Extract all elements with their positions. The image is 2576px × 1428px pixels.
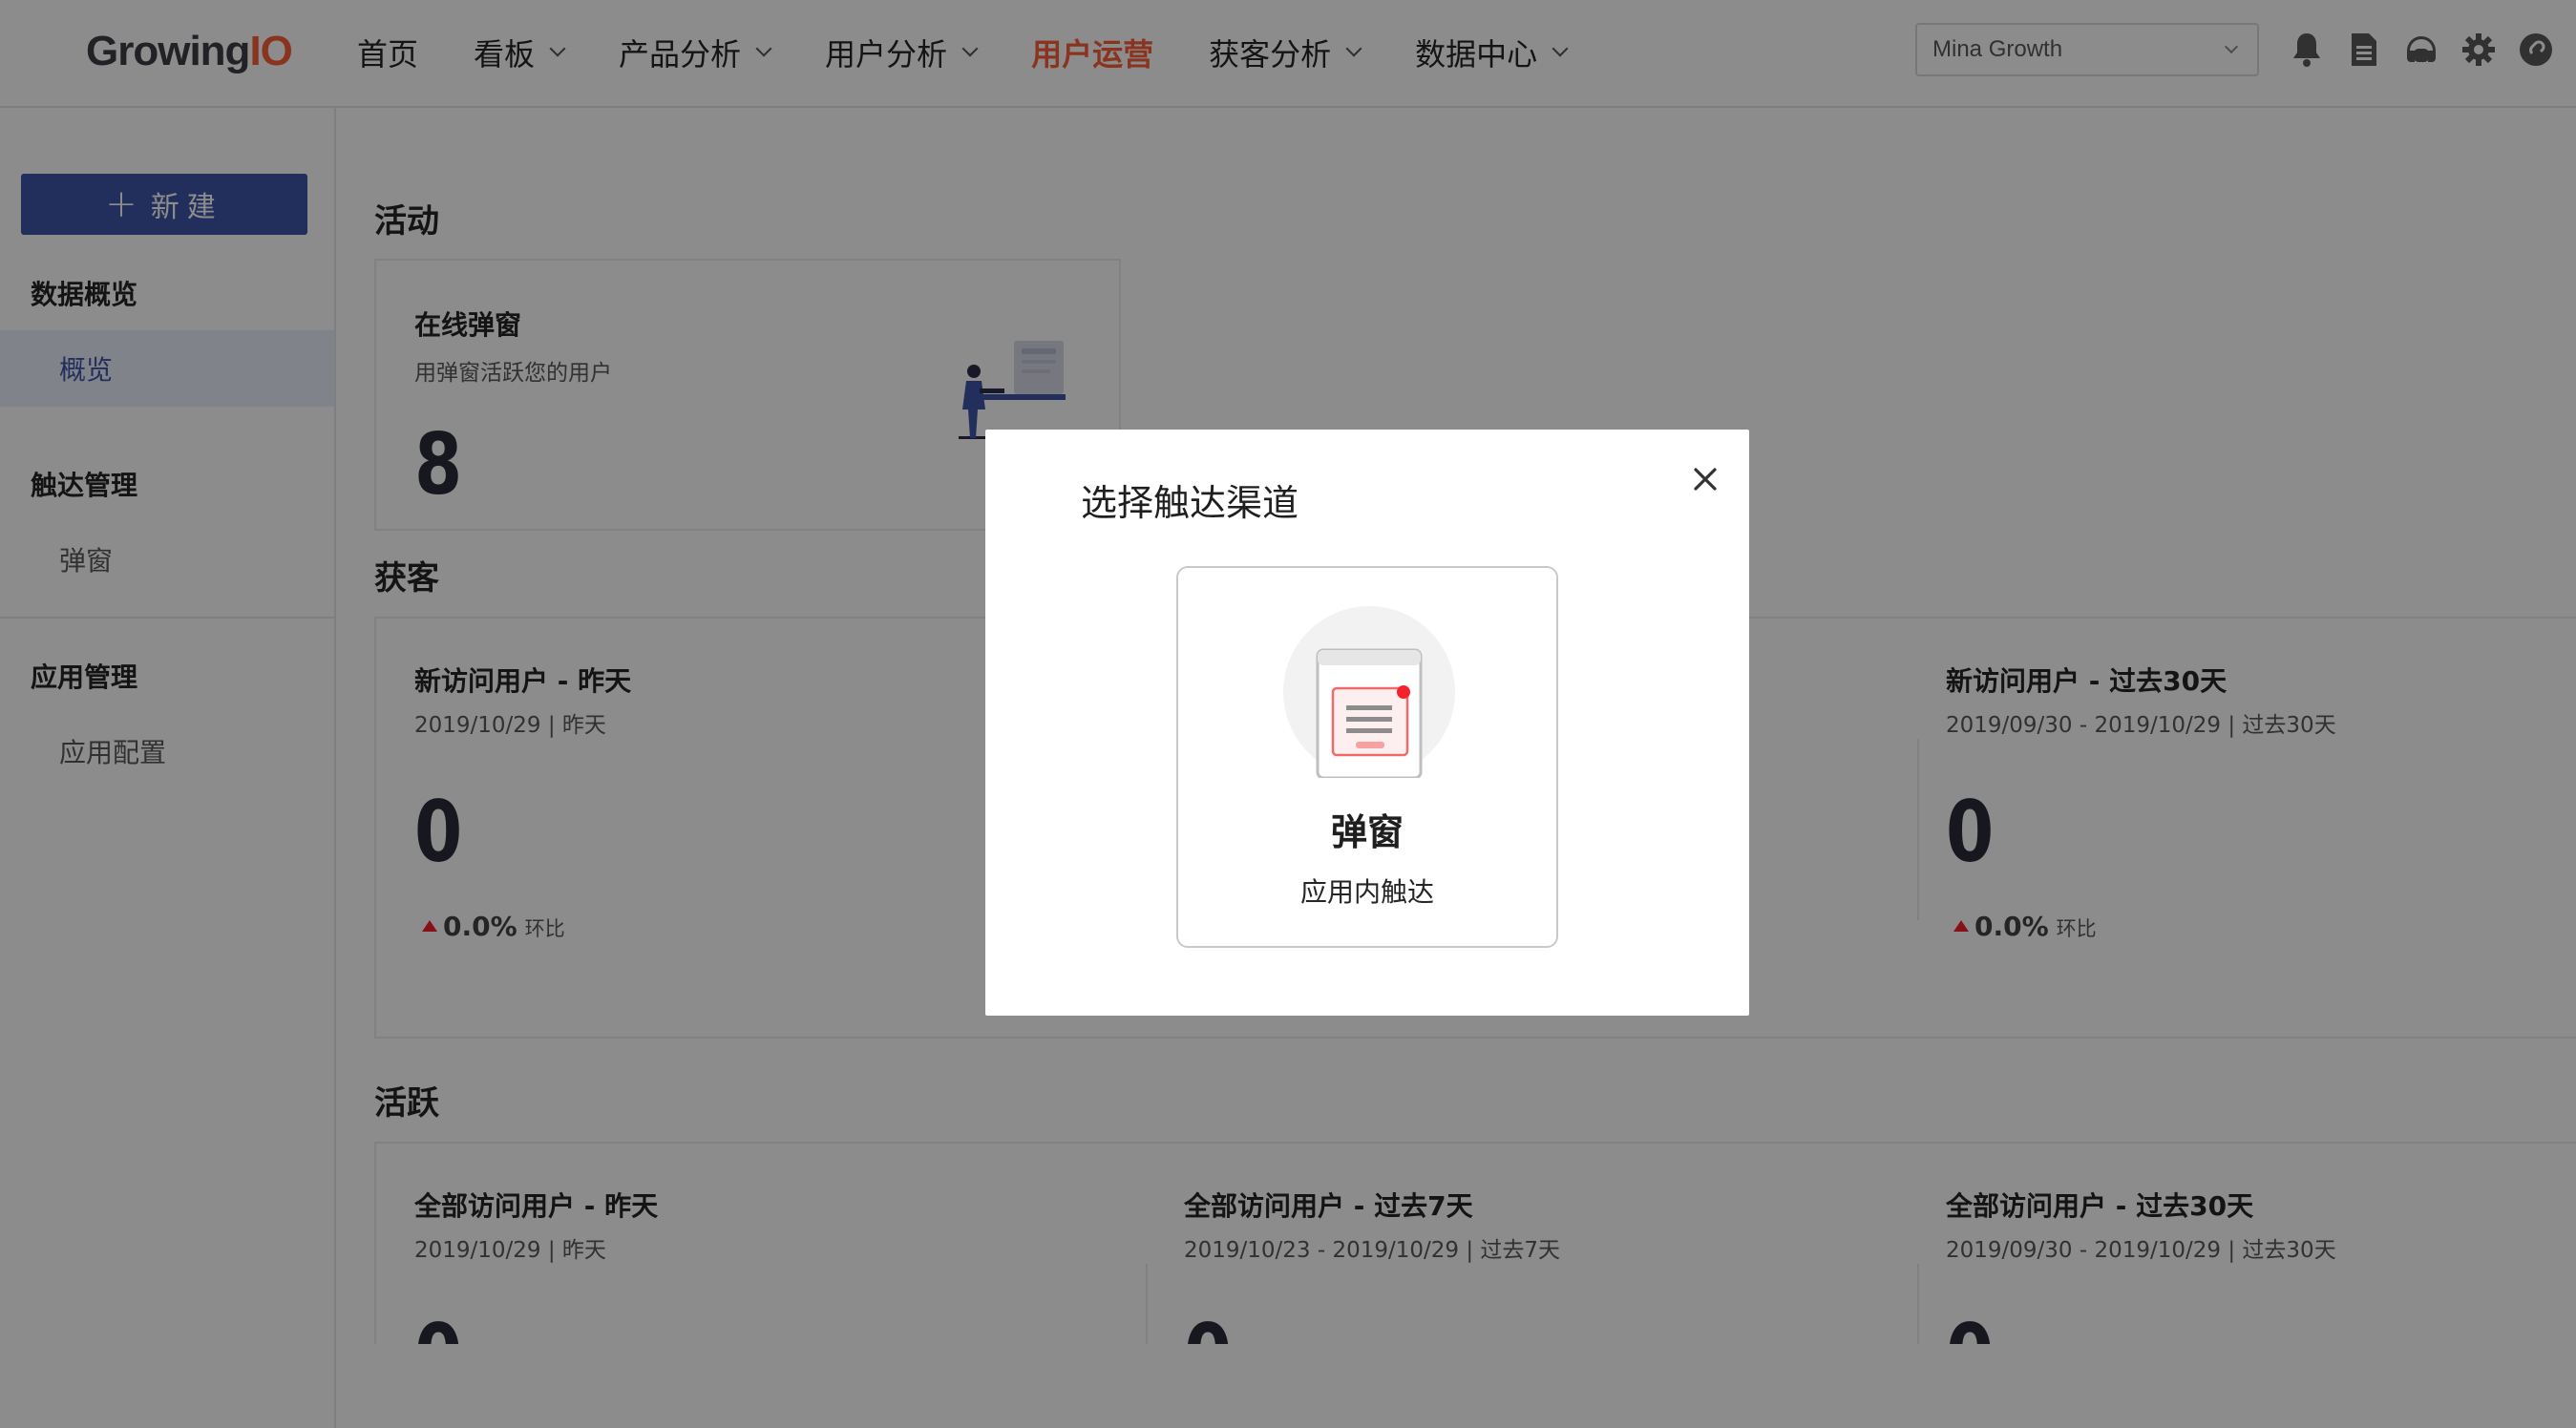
close-icon [1694, 468, 1717, 491]
select-channel-modal: 选择触达渠道 弹窗 应用内触达 [985, 430, 1749, 1016]
channel-name: 弹窗 [1330, 811, 1404, 853]
channel-description: 应用内触达 [1299, 876, 1434, 908]
popup-window-icon [1283, 606, 1455, 780]
close-button[interactable] [1682, 456, 1728, 502]
channel-option-popup[interactable]: 弹窗 应用内触达 [1176, 566, 1558, 948]
modal-title: 选择触达渠道 [1081, 482, 1299, 524]
